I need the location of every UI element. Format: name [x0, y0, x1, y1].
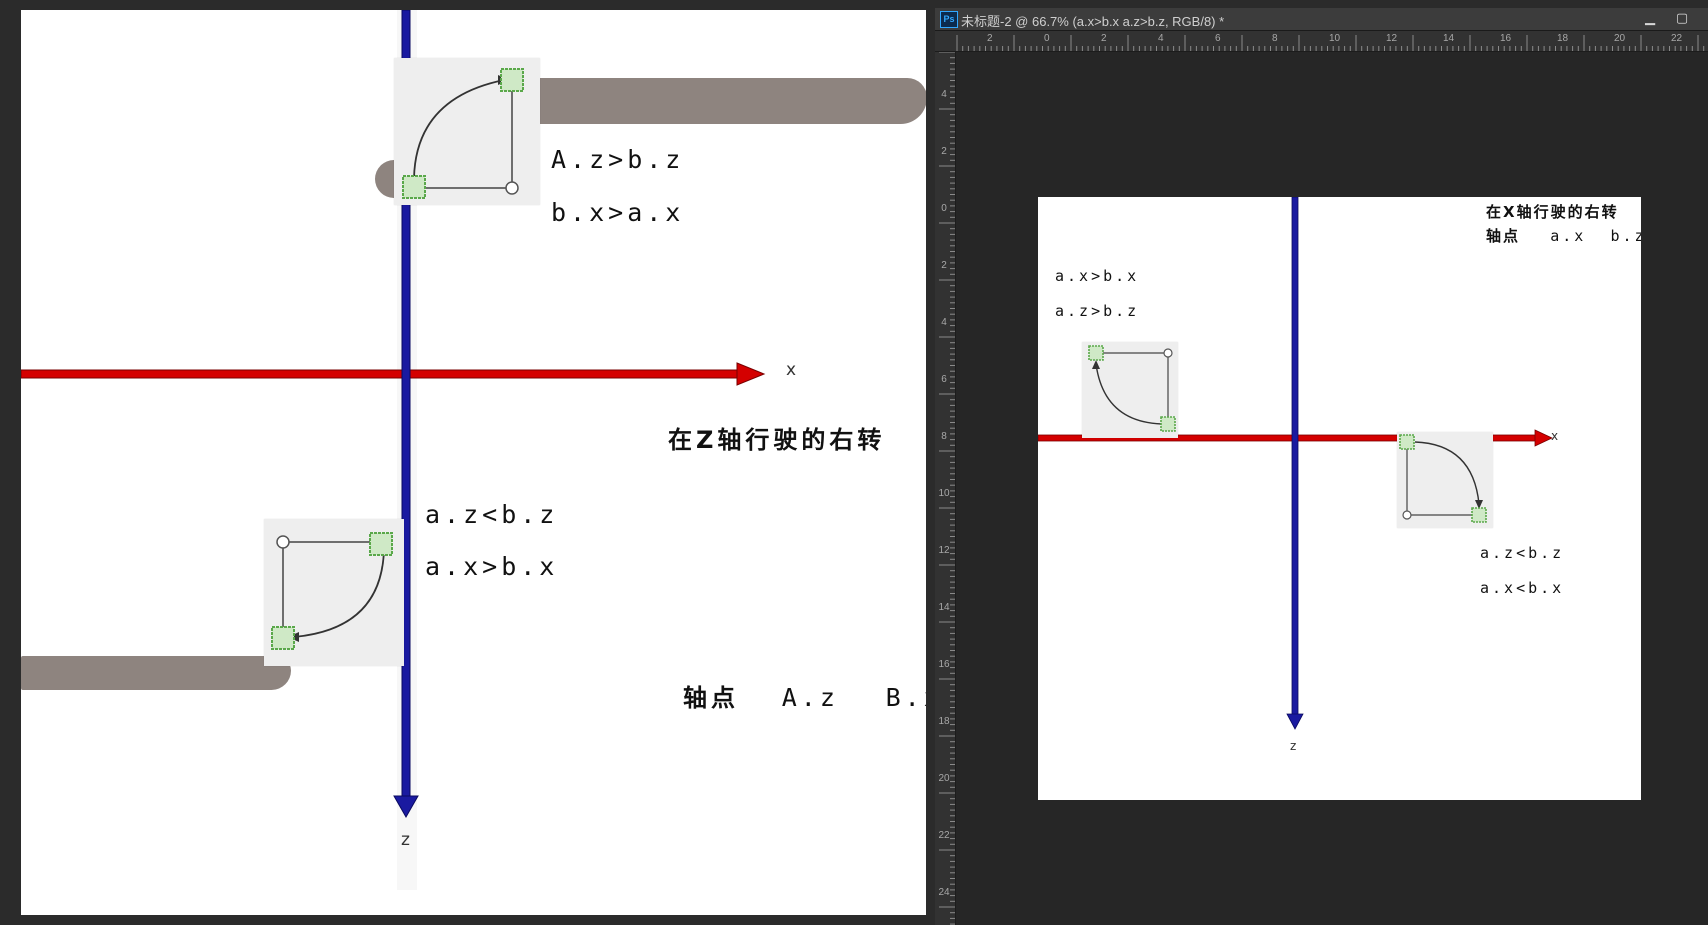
- ruler-top-number: 18: [1557, 33, 1569, 44]
- ruler-left-number: 2: [941, 146, 947, 157]
- node-start-icon: [402, 175, 426, 199]
- ruler-left-number: 14: [938, 602, 950, 613]
- ruler-left-number: 2: [941, 260, 947, 271]
- node-end-icon: [1471, 507, 1487, 523]
- node-end-icon: [1088, 345, 1104, 361]
- ruler-left-number: 20: [938, 773, 950, 784]
- document-title: 未标题-2 @ 66.7% (a.x>b.x a.z>b.z, RGB/8) *: [961, 14, 1225, 29]
- turn-diagram-top-svg: [402, 68, 524, 199]
- brush-smear-top: [527, 78, 926, 124]
- doc-turn-diagram-left-svg: [1088, 345, 1176, 432]
- doc-x-axis-label: x: [1551, 429, 1559, 443]
- ruler-left-number: 10: [938, 488, 950, 499]
- ruler-top-number: 22: [1671, 33, 1683, 44]
- z-axis-label: z: [401, 830, 410, 850]
- doc-z-axis: [1286, 197, 1304, 730]
- ruler-left-number: 12: [938, 545, 950, 556]
- node-start-icon: [1399, 434, 1415, 450]
- ruler-top-number: 12: [1386, 33, 1398, 44]
- ruler-top-number: 16: [1500, 33, 1512, 44]
- node-start-icon: [369, 532, 393, 556]
- ruler-left-number: 24: [938, 887, 950, 898]
- ruler-left-number: 16: [938, 659, 950, 670]
- node-start-icon: [1160, 416, 1176, 432]
- doc-pivot-value-1: a.x: [1550, 227, 1587, 245]
- node-end-icon: [271, 626, 295, 650]
- turn-diagram-bottom-svg: [271, 532, 393, 650]
- ruler-top-number: 2: [1101, 33, 1107, 44]
- ruler-top-number: 0: [1044, 33, 1050, 44]
- doc-top-condition-1: a.x>b.x: [1055, 267, 1140, 285]
- ruler-top-ticks: [956, 35, 1705, 51]
- ruler-top-number: 8: [1272, 33, 1278, 44]
- x-axis-label: x: [786, 360, 797, 380]
- curve-arrow-icon: [413, 79, 505, 179]
- doc-turn-diagram-right-svg: [1399, 434, 1487, 523]
- ruler-top-number: 14: [1443, 33, 1455, 44]
- ruler-top-number: 20: [1614, 33, 1626, 44]
- ruler-left-number: 18: [938, 716, 950, 727]
- ruler-top-number: 2: [987, 33, 993, 44]
- doc-turn-diagram-left: [1082, 342, 1178, 438]
- doc-z-axis-label: z: [1290, 739, 1297, 753]
- turn-diagram-bottom: [264, 519, 404, 666]
- corner-circle-icon: [276, 535, 290, 549]
- pivot-value-2: B.x: [885, 683, 926, 712]
- node-end-icon: [500, 68, 524, 92]
- ruler-left-number: 4: [941, 89, 947, 100]
- window-titlebar[interactable]: Ps 未标题-2 @ 66.7% (a.x>b.x a.z>b.z, RGB/8…: [935, 8, 1708, 31]
- pivot-value-1: A.z: [781, 683, 839, 712]
- ruler-top-number: 10: [1329, 33, 1341, 44]
- restore-button[interactable]: ▢: [1667, 8, 1697, 30]
- turn-diagram-top: [394, 58, 540, 205]
- left-canvas: x z A.z>b.z b.x>a.x 在Z轴行驶的右转 a.z<b.z a.x…: [21, 10, 926, 915]
- pivot-label: 轴点: [683, 684, 739, 712]
- left-pivot: 轴点 A.z B.x: [683, 678, 926, 713]
- top-condition-1: A.z>b.z: [551, 145, 685, 174]
- doc-turn-diagram-right: [1397, 432, 1493, 528]
- curve-arrow-icon: [293, 548, 385, 638]
- corner-circle-icon: [1402, 510, 1412, 520]
- photoshop-app-icon: Ps: [940, 11, 958, 28]
- ruler-left-number: 4: [941, 317, 947, 328]
- document-canvas[interactable]: x z 在X轴行驶的右转 轴点 a.x b.z a.x>b.x a.z>b.z: [1038, 197, 1641, 800]
- ruler-top-number: 4: [1158, 33, 1164, 44]
- ruler-left-number: 0: [941, 203, 947, 214]
- ruler-vertical[interactable]: 4 2 0 2 4 6 8 10 12 14 16 18 20 22 24: [935, 52, 956, 925]
- corner-circle-icon: [505, 181, 519, 195]
- curve-arrow-icon: [1414, 441, 1480, 505]
- photoshop-document-window[interactable]: Ps 未标题-2 @ 66.7% (a.x>b.x a.z>b.z, RGB/8…: [935, 8, 1708, 925]
- doc-caption: 在X轴行驶的右转: [1486, 203, 1619, 221]
- doc-top-condition-2: a.z>b.z: [1055, 302, 1140, 320]
- bottom-condition-2: a.x>b.x: [425, 552, 559, 581]
- corner-circle-icon: [1163, 348, 1173, 358]
- minimize-button[interactable]: ▁: [1635, 8, 1665, 30]
- left-caption: 在Z轴行驶的右转: [668, 426, 886, 454]
- ruler-top-number: 6: [1215, 33, 1221, 44]
- ruler-left-number: 6: [941, 374, 947, 385]
- ruler-horizontal[interactable]: 2 0 2 4 6 8 10 12 14 16 18 20 22: [935, 31, 1708, 52]
- doc-bottom-condition-2: a.x<b.x: [1480, 579, 1565, 597]
- ruler-left-number: 8: [941, 431, 947, 442]
- doc-pivot: 轴点 a.x b.z: [1486, 225, 1641, 246]
- ruler-left-number: 22: [938, 830, 950, 841]
- top-condition-2: b.x>a.x: [551, 198, 685, 227]
- bottom-condition-1: a.z<b.z: [425, 500, 559, 529]
- brush-smear-bottom: [21, 656, 291, 690]
- doc-bottom-condition-1: a.z<b.z: [1480, 544, 1565, 562]
- curve-arrow-icon: [1095, 363, 1163, 425]
- doc-pivot-label: 轴点: [1486, 227, 1521, 245]
- doc-pivot-value-2: b.z: [1610, 227, 1641, 245]
